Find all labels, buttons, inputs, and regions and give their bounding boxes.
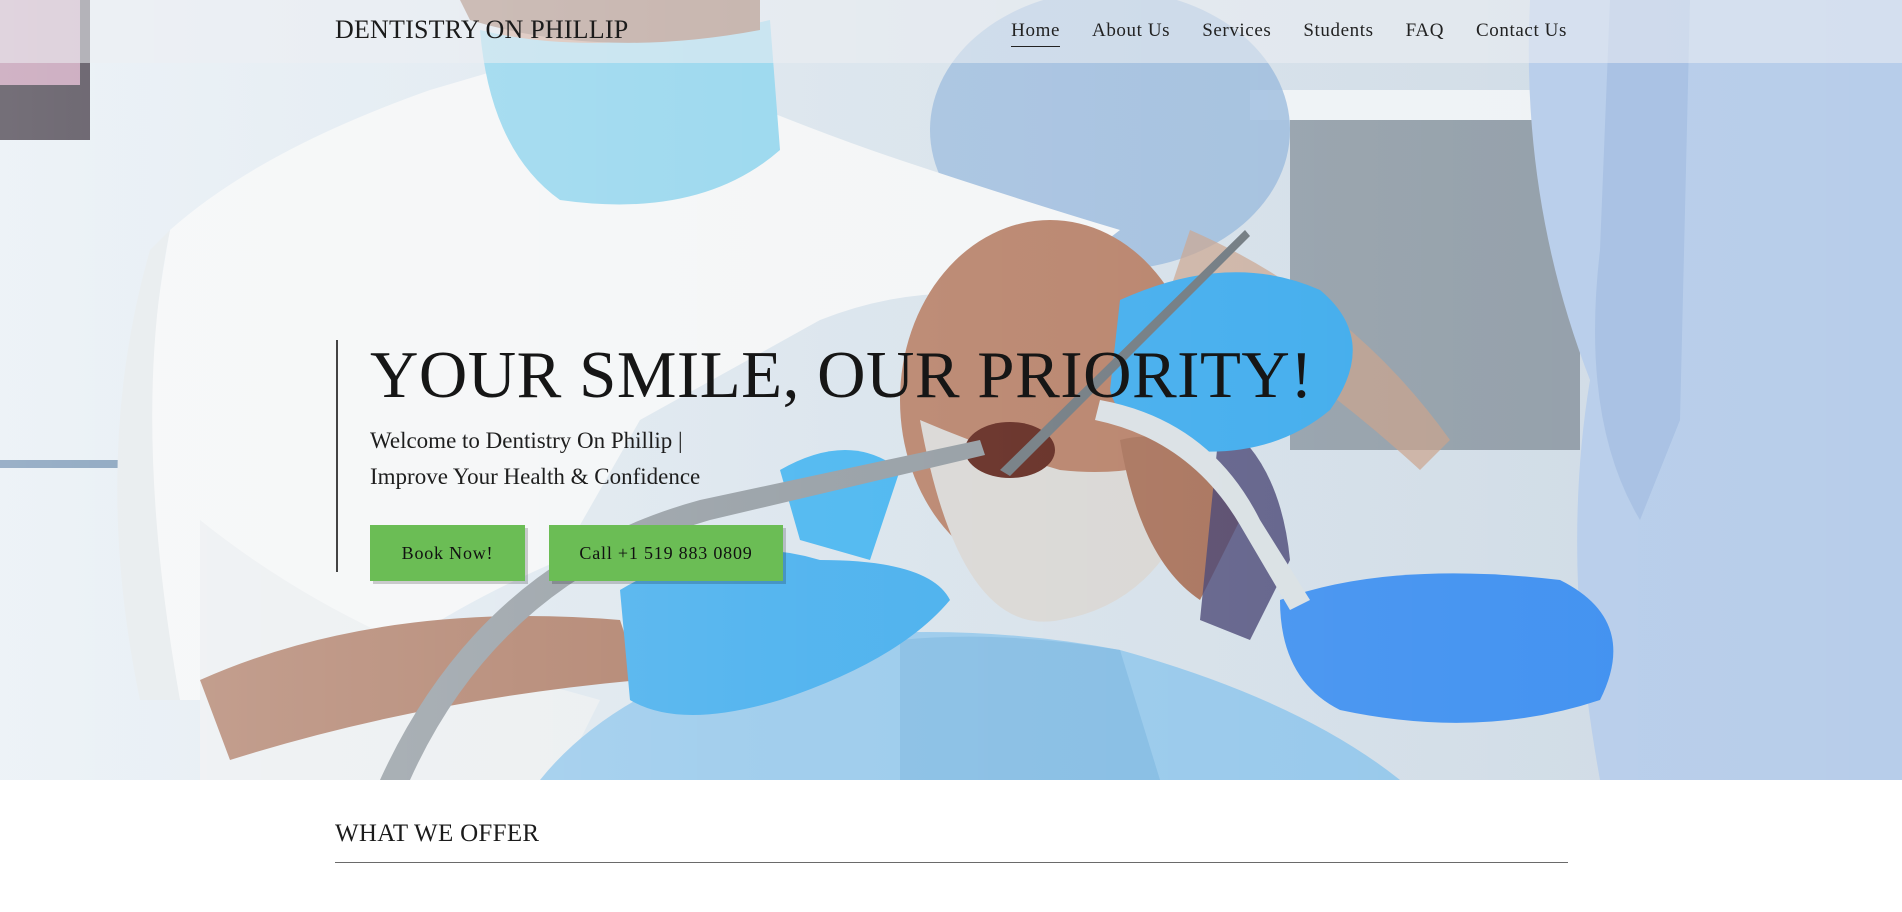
what-we-offer-section: WHAT WE OFFER — [335, 820, 1568, 863]
nav-item-home[interactable]: Home — [1011, 20, 1061, 47]
section-title: WHAT WE OFFER — [335, 820, 540, 847]
hero-headline: YOUR SMILE, OUR PRIORITY! — [370, 338, 1314, 412]
book-now-button[interactable]: Book Now! — [370, 525, 525, 581]
hero-subline: Welcome to Dentistry On Phillip | Improv… — [370, 423, 1313, 495]
hero-subline-improve: Improve Your Health & Confidence — [370, 464, 701, 489]
hero-section: DENTISTRY ON PHILLIP Home About Us Servi… — [0, 0, 1902, 780]
hero-buttons: Book Now! Call +1 519 883 0809 — [370, 525, 1313, 581]
section-divider — [335, 862, 1568, 863]
nav-item-faq[interactable]: FAQ — [1406, 20, 1444, 47]
hero-content-block: YOUR SMILE, OUR PRIORITY! Welcome to Den… — [336, 338, 1314, 581]
nav-item-about-us[interactable]: About Us — [1092, 20, 1170, 47]
call-phone-button[interactable]: Call +1 519 883 0809 — [549, 525, 783, 581]
hero-subline-welcome: Welcome to Dentistry On Phillip | — [370, 428, 683, 453]
nav-item-services[interactable]: Services — [1202, 20, 1271, 47]
site-logo[interactable]: DENTISTRY ON PHILLIP — [335, 15, 628, 45]
top-navigation-bar: DENTISTRY ON PHILLIP Home About Us Servi… — [0, 0, 1902, 63]
nav-item-contact-us[interactable]: Contact Us — [1476, 20, 1567, 47]
nav-item-students[interactable]: Students — [1303, 20, 1373, 47]
main-nav: Home About Us Services Students FAQ Cont… — [1011, 20, 1567, 47]
